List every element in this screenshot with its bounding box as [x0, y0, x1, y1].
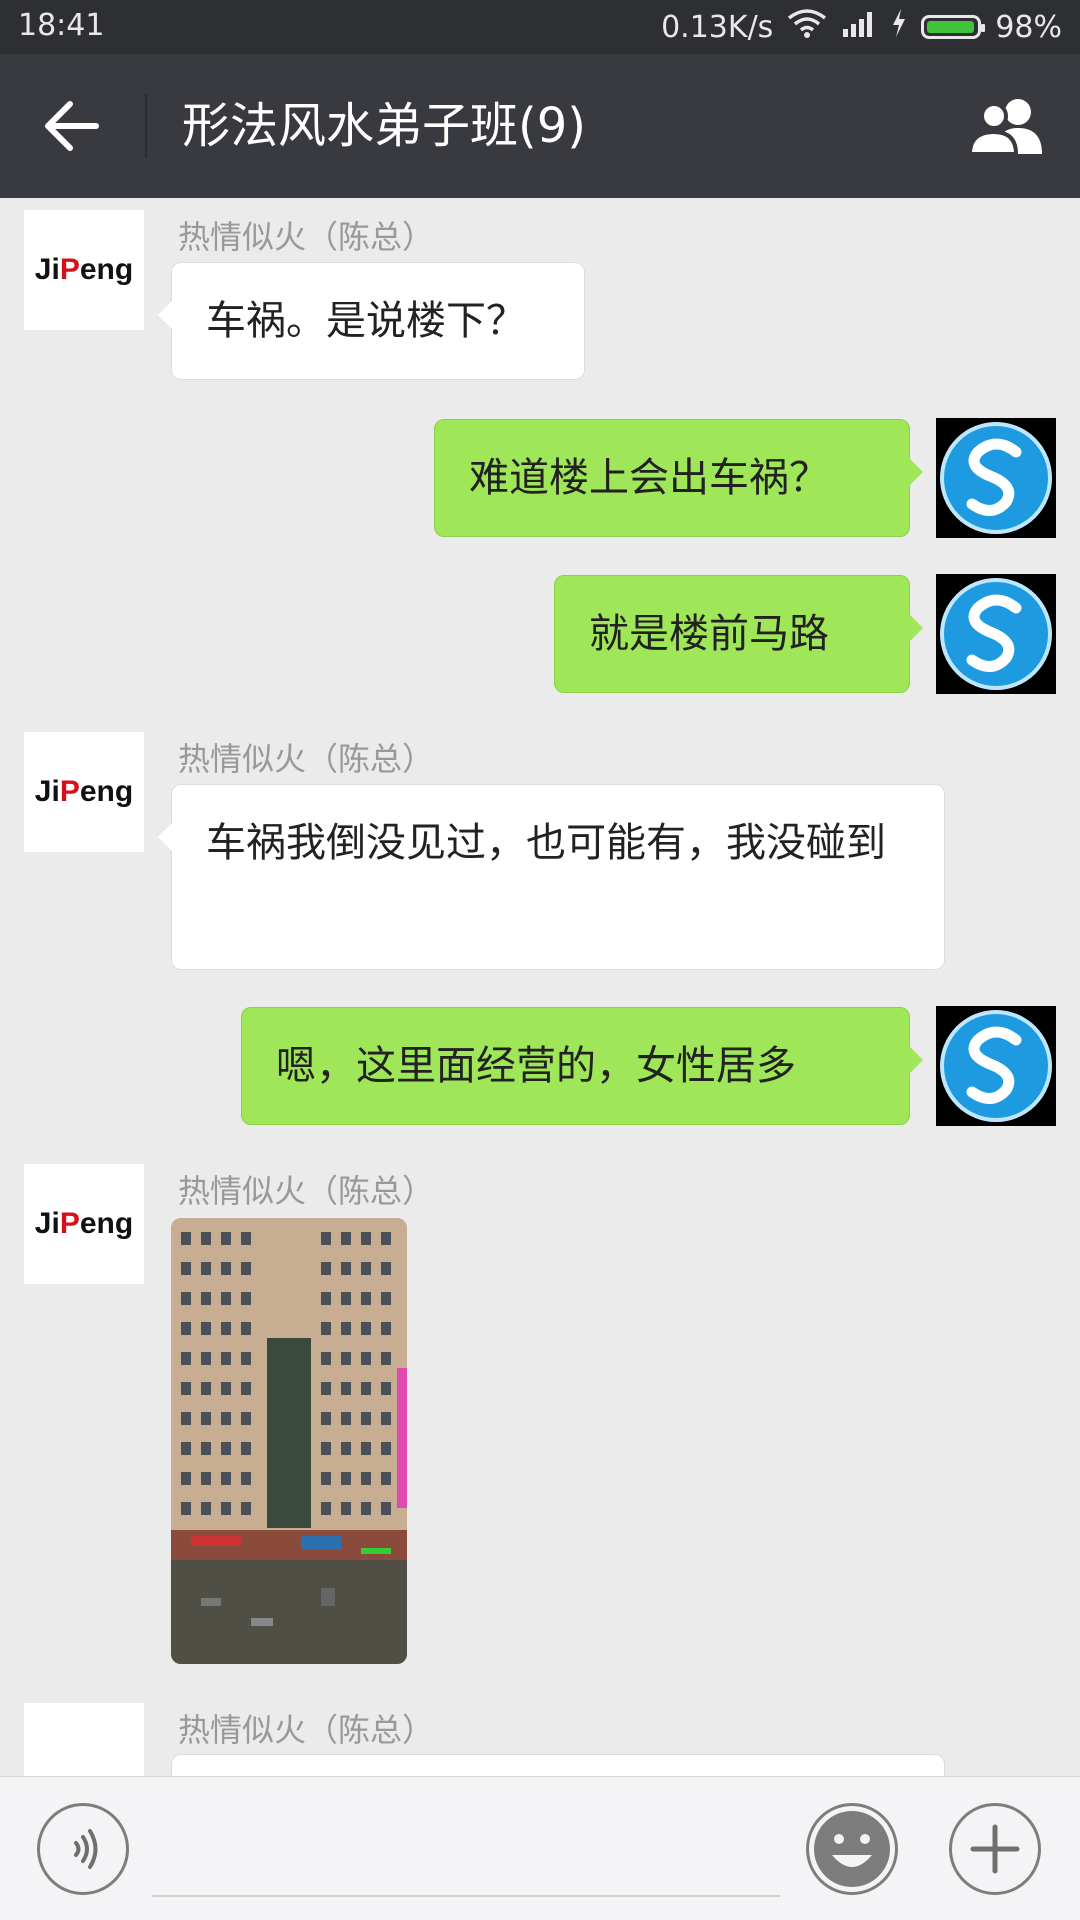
sender-name: 热情似火（陈总）: [178, 1711, 435, 1749]
s-logo-icon: [940, 1010, 1052, 1122]
voice-icon: [74, 1829, 98, 1869]
avatar-logo-text: JiPeng: [34, 775, 134, 808]
wifi-icon: [787, 8, 827, 46]
plus-button[interactable]: [949, 1803, 1041, 1895]
charging-icon: [891, 9, 907, 45]
chat-title: 形法风水弟子班(9): [182, 98, 586, 154]
message-bubble-outgoing[interactable]: 嗯，这里面经营的，女性居多: [241, 1007, 923, 1125]
back-button[interactable]: [42, 98, 102, 154]
battery-percent: 98%: [995, 9, 1062, 45]
signal-icon: [841, 9, 877, 45]
message-bubble-incoming[interactable]: [171, 1754, 945, 1776]
sender-name: 热情似火（陈总）: [178, 218, 435, 256]
sender-name: 热情似火（陈总）: [178, 1172, 435, 1210]
message-bubble-outgoing[interactable]: 难道楼上会出车祸？: [434, 419, 923, 537]
avatar-logo-text: JiPeng: [34, 253, 134, 286]
battery-fill: [927, 21, 975, 33]
avatar-logo-text: JiPeng: [34, 1207, 134, 1240]
message-bubble-incoming[interactable]: 车祸我倒没见过，也可能有，我没碰到: [158, 784, 945, 970]
status-bar: 18:41 0.13K/s 98%: [0, 0, 1080, 54]
group-members-icon: [967, 99, 1042, 156]
emoji-icon: [814, 1811, 890, 1887]
plus-icon: [970, 1824, 1020, 1874]
chat-area[interactable]: JiPeng 热情似火（陈总） 车祸。是说楼下？ 难道楼上会出车祸？ 就是楼前马…: [0, 198, 1080, 1776]
input-bar: [0, 1776, 1080, 1920]
voice-button[interactable]: [37, 1803, 129, 1895]
net-speed: 0.13K/s: [661, 9, 774, 45]
avatar-jipeng[interactable]: [24, 1703, 144, 1776]
building-photo-image: [171, 1218, 407, 1664]
sender-name: 热情似火（陈总）: [178, 740, 435, 778]
status-time: 18:41: [18, 8, 105, 43]
avatar-self[interactable]: [936, 1006, 1056, 1126]
avatar-self[interactable]: [936, 418, 1056, 538]
s-logo-icon: [940, 422, 1052, 534]
title-bar: 形法风水弟子班(9): [0, 54, 1080, 198]
avatar-jipeng[interactable]: JiPeng: [24, 1164, 144, 1284]
emoji-button[interactable]: [806, 1803, 898, 1895]
message-input[interactable]: [152, 1895, 780, 1897]
message-bubble-incoming[interactable]: 车祸。是说楼下？: [158, 262, 585, 380]
title-divider: [145, 94, 147, 158]
s-logo-icon: [940, 578, 1052, 690]
status-right: 0.13K/s 98%: [661, 8, 1062, 46]
battery-icon: [921, 15, 986, 39]
arrow-left-icon: [45, 101, 99, 151]
avatar-self[interactable]: [936, 574, 1056, 694]
building-photo[interactable]: [171, 1218, 407, 1664]
avatar-jipeng[interactable]: JiPeng: [24, 210, 144, 330]
message-bubble-outgoing[interactable]: 就是楼前马路: [554, 575, 923, 693]
avatar-jipeng[interactable]: JiPeng: [24, 732, 144, 852]
members-button[interactable]: [966, 96, 1048, 156]
